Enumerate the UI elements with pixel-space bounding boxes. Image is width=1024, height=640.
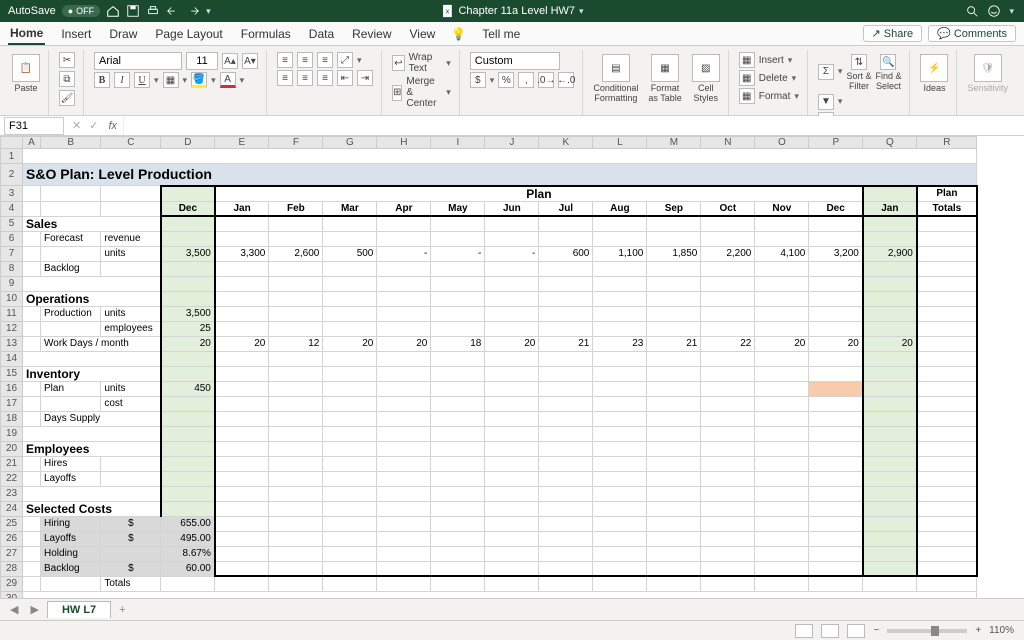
increase-font-icon[interactable]: A▴ xyxy=(222,53,238,69)
excel-doc-icon: x xyxy=(440,4,454,18)
cell[interactable] xyxy=(23,149,977,164)
search-icon[interactable] xyxy=(965,4,979,18)
totals-header: Totals xyxy=(917,201,977,216)
autosave-toggle[interactable]: ● OFF xyxy=(62,5,100,17)
zoom-slider[interactable] xyxy=(887,629,967,633)
sort-filter-icon[interactable]: ⇅ xyxy=(851,54,867,70)
conditional-formatting-icon[interactable]: ▤ xyxy=(602,54,630,82)
underline-button[interactable]: U xyxy=(134,72,150,88)
tab-review[interactable]: Review xyxy=(350,24,393,44)
dec-decimal-icon[interactable]: ←.0 xyxy=(558,72,574,88)
tab-view[interactable]: View xyxy=(408,24,438,44)
cut-icon[interactable]: ✂ xyxy=(59,52,75,68)
align-right-icon[interactable]: ≡ xyxy=(317,70,333,86)
tab-data[interactable]: Data xyxy=(307,24,336,44)
tab-formulas[interactable]: Formulas xyxy=(239,24,293,44)
align-bot-icon[interactable]: ≡ xyxy=(317,52,333,68)
zoom-in-button[interactable]: + xyxy=(975,625,981,636)
number-format-select[interactable] xyxy=(470,52,560,70)
format-painter-icon[interactable]: 🖌 xyxy=(59,90,75,106)
insert-cells-icon[interactable]: ▦ xyxy=(739,52,755,68)
inc-decimal-icon[interactable]: .0→ xyxy=(538,72,554,88)
share-button[interactable]: ↗Share xyxy=(863,25,923,42)
tab-page-layout[interactable]: Page Layout xyxy=(153,24,224,44)
align-left-icon[interactable]: ≡ xyxy=(277,70,293,86)
home-icon[interactable] xyxy=(106,4,120,18)
ideas-icon[interactable]: ⚡ xyxy=(920,54,948,82)
comma-icon[interactable]: , xyxy=(518,72,534,88)
fill-icon[interactable]: ▼ xyxy=(818,94,834,110)
enter-icon[interactable]: ✓ xyxy=(85,119,102,132)
comments-button[interactable]: 💬Comments xyxy=(928,25,1016,42)
status-bar: − + 110% xyxy=(0,620,1024,640)
paste-label: Paste xyxy=(14,84,37,94)
tab-home[interactable]: Home xyxy=(8,23,45,45)
format-cells-icon[interactable]: ▦ xyxy=(739,88,755,104)
currency-icon[interactable]: $ xyxy=(470,72,486,88)
italic-button[interactable]: I xyxy=(114,72,130,88)
grid[interactable]: ABCDEFGHIJKLMNOPQR 1 2S&O Plan: Level Pr… xyxy=(0,136,1024,598)
tab-nav-next-icon[interactable]: ▶ xyxy=(26,603,42,616)
find-select-icon[interactable]: 🔍 xyxy=(880,54,896,70)
ribbon: 📋 Paste ✂ ⧉ 🖌 A▴ A▾ B I U▾ ▦▾ 🪣▾ A▾ ≡ ≡ … xyxy=(0,46,1024,116)
tab-draw[interactable]: Draw xyxy=(107,24,139,44)
merge-icon[interactable]: ⊞ xyxy=(392,85,402,101)
indent-dec-icon[interactable]: ⇤ xyxy=(337,70,353,86)
border-icon[interactable]: ▦ xyxy=(163,72,179,88)
cancel-icon[interactable]: ✕ xyxy=(68,119,85,132)
print-icon[interactable] xyxy=(146,4,160,18)
autosum-icon[interactable]: Σ xyxy=(818,64,834,80)
doc-title: Chapter 11a Level HW7 xyxy=(458,5,575,17)
formula-input[interactable] xyxy=(123,117,1024,135)
wrap-label[interactable]: Wrap Text xyxy=(409,52,443,74)
zoom-level[interactable]: 110% xyxy=(989,625,1014,636)
save-icon[interactable] xyxy=(126,4,140,18)
indent-inc-icon[interactable]: ⇥ xyxy=(357,70,373,86)
view-page-break-icon[interactable] xyxy=(847,624,865,638)
redo-icon[interactable] xyxy=(186,4,200,18)
sensitivity-icon: 🛡 xyxy=(974,54,1002,82)
autosave-label: AutoSave xyxy=(8,5,56,17)
merge-label[interactable]: Merge & Center xyxy=(406,76,442,109)
copy-icon[interactable]: ⧉ xyxy=(59,71,75,87)
sheet-title: S&O Plan: Level Production xyxy=(23,164,977,186)
align-center-icon[interactable]: ≡ xyxy=(297,70,313,86)
delete-cells-icon[interactable]: ▦ xyxy=(739,70,755,86)
view-page-layout-icon[interactable] xyxy=(821,624,839,638)
comment-icon: 💬 xyxy=(937,27,951,40)
sheet-tab-active[interactable]: HW L7 xyxy=(47,601,111,618)
paste-icon[interactable]: 📋 xyxy=(12,54,40,82)
bold-button[interactable]: B xyxy=(94,72,110,88)
wrap-text-icon[interactable]: ↩ xyxy=(392,55,405,71)
font-name-select[interactable] xyxy=(94,52,182,70)
font-size-select[interactable] xyxy=(186,52,218,70)
align-mid-icon[interactable]: ≡ xyxy=(297,52,313,68)
view-normal-icon[interactable] xyxy=(795,624,813,638)
cell-styles-icon[interactable]: ▨ xyxy=(692,54,720,82)
fill-color-icon[interactable]: 🪣 xyxy=(191,72,207,88)
align-top-icon[interactable]: ≡ xyxy=(277,52,293,68)
select-all[interactable] xyxy=(1,137,23,149)
share-icon: ↗ xyxy=(872,27,881,40)
add-sheet-button[interactable]: + xyxy=(115,604,129,616)
tell-me[interactable]: Tell me xyxy=(480,24,522,44)
name-box[interactable]: F31 xyxy=(4,117,64,135)
bulb-icon: 💡 xyxy=(451,27,466,41)
titlebar: AutoSave ● OFF ▾ x Chapter 11a Level HW7… xyxy=(0,0,1024,22)
decrease-font-icon[interactable]: A▾ xyxy=(242,53,258,69)
sheet-tabs-bar: ◀ ▶ HW L7 + xyxy=(0,598,1024,620)
undo-icon[interactable] xyxy=(166,4,180,18)
font-color-icon[interactable]: A xyxy=(220,72,236,88)
smile-icon[interactable] xyxy=(987,4,1001,18)
zoom-out-button[interactable]: − xyxy=(873,625,879,636)
tab-nav-prev-icon[interactable]: ◀ xyxy=(6,603,22,616)
svg-text:x: x xyxy=(446,9,450,16)
ribbon-tabs: Home Insert Draw Page Layout Formulas Da… xyxy=(0,22,1024,46)
orientation-icon[interactable]: ⤢ xyxy=(337,52,353,68)
tab-insert[interactable]: Insert xyxy=(59,24,93,44)
formula-bar: F31 ✕ ✓ fx xyxy=(0,116,1024,136)
format-table-icon[interactable]: ▦ xyxy=(651,54,679,82)
fx-icon[interactable]: fx xyxy=(102,120,123,132)
percent-icon[interactable]: % xyxy=(498,72,514,88)
